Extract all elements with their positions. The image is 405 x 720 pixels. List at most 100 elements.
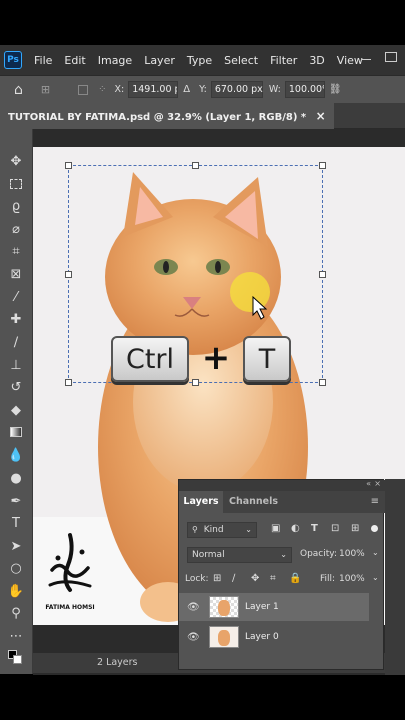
shape-filter-icon[interactable]: ⊡ xyxy=(331,523,339,534)
color-swatches-icon[interactable] xyxy=(8,650,24,666)
lock-artboard-icon[interactable]: ⌗ xyxy=(270,573,276,584)
filter-kind-select[interactable]: ⚲ Kind ⌄ xyxy=(187,522,257,538)
menu-view[interactable]: View xyxy=(337,54,363,67)
path-selection-icon[interactable]: ➤ xyxy=(8,538,24,554)
dodge-tool-icon[interactable]: ● xyxy=(8,470,24,486)
close-tab-icon[interactable]: × xyxy=(316,109,326,123)
layer-name[interactable]: Layer 1 xyxy=(245,602,279,612)
lock-transparent-icon[interactable]: ⊞ xyxy=(213,573,221,584)
gradient-tool-icon[interactable] xyxy=(8,424,24,440)
crop-tool-icon[interactable]: ⌗ xyxy=(8,243,24,259)
visibility-eye-icon[interactable]: 👁 xyxy=(187,602,200,613)
transform-handle-l[interactable] xyxy=(65,271,72,278)
quick-selection-icon[interactable]: ⌀ xyxy=(8,221,24,237)
chevron-down-icon[interactable]: ⌄ xyxy=(372,573,379,582)
minimize-icon[interactable] xyxy=(361,59,371,60)
lock-position-icon[interactable]: ✥ xyxy=(251,573,259,584)
menu-image[interactable]: Image xyxy=(98,54,132,67)
chevron-down-icon[interactable]: ⌄ xyxy=(372,548,379,557)
menu-select[interactable]: Select xyxy=(224,54,258,67)
fill-field[interactable]: 100% xyxy=(339,574,365,584)
filter-toggle-icon[interactable] xyxy=(371,525,378,532)
transform-handle-tr[interactable] xyxy=(319,162,326,169)
layer-thumbnail xyxy=(209,596,239,618)
healing-brush-icon[interactable]: ✚ xyxy=(8,311,24,327)
delta-icon[interactable]: Δ xyxy=(183,84,190,95)
transform-handle-bl[interactable] xyxy=(65,379,72,386)
x-field[interactable]: 1491.00 p xyxy=(128,81,179,98)
chevron-down-icon: ⌄ xyxy=(245,525,252,534)
visibility-eye-icon[interactable]: 👁 xyxy=(187,632,200,643)
pixel-filter-icon[interactable]: ▣ xyxy=(271,523,280,534)
pen-tool-icon[interactable]: ✒ xyxy=(8,493,24,509)
opacity-label: Opacity: xyxy=(300,549,337,559)
options-bar: ⌂ ⊞ ⁘ X: 1491.00 p Δ Y: 670.00 px W: 100… xyxy=(0,75,405,103)
reference-point-checkbox[interactable] xyxy=(78,84,89,95)
menu-type[interactable]: Type xyxy=(187,54,212,67)
document-tab[interactable]: TUTORIAL BY FATIMA.psd @ 32.9% (Layer 1,… xyxy=(0,103,334,129)
layers-panel: « × Layers Channels ≡ ⚲ Kind ⌄ ▣ ◐ T ⊡ ⊞… xyxy=(178,479,385,670)
plus-sign-overlay: + xyxy=(201,338,231,378)
menu-edit[interactable]: Edit xyxy=(64,54,85,67)
layer-row-layer-1[interactable]: 👁 Layer 1 xyxy=(179,593,369,621)
lock-pixels-icon[interactable]: ∕ xyxy=(232,573,235,584)
panel-scrollbar[interactable] xyxy=(385,479,405,675)
marquee-tool-icon[interactable] xyxy=(8,176,24,192)
hand-tool-icon[interactable]: ✋ xyxy=(8,583,24,599)
type-tool-icon[interactable]: T xyxy=(8,515,24,531)
clone-stamp-icon[interactable]: ⊥ xyxy=(8,357,24,373)
type-filter-icon[interactable]: T xyxy=(311,523,318,534)
opacity-field[interactable]: 100% xyxy=(339,549,365,559)
blend-row: Normal ⌄ Opacity: 100% ⌄ xyxy=(179,547,385,565)
fill-label: Fill: xyxy=(320,574,336,584)
transform-handle-r[interactable] xyxy=(319,271,326,278)
width-field[interactable]: 100.00% xyxy=(284,81,325,98)
y-field[interactable]: 670.00 px xyxy=(210,81,263,98)
y-label: Y: xyxy=(199,84,207,95)
frame-tool-icon[interactable]: ⊠ xyxy=(8,266,24,282)
history-brush-icon[interactable]: ↺ xyxy=(8,379,24,395)
smart-object-filter-icon[interactable]: ⊞ xyxy=(351,523,359,534)
move-transform-icon[interactable]: ⊞ xyxy=(41,83,50,96)
eraser-icon[interactable]: ◆ xyxy=(8,402,24,418)
menu-3d[interactable]: 3D xyxy=(309,54,324,67)
blend-mode-select[interactable]: Normal ⌄ xyxy=(187,547,292,563)
zoom-tool-icon[interactable]: ⚲ xyxy=(8,605,24,621)
more-tools-icon[interactable]: ⋯ xyxy=(8,628,24,644)
menu-file[interactable]: File xyxy=(34,54,52,67)
menu-layer[interactable]: Layer xyxy=(144,54,175,67)
panel-header: « × xyxy=(179,479,385,491)
move-tool-icon[interactable]: ✥ xyxy=(8,153,24,169)
tab-layers[interactable]: Layers xyxy=(179,491,223,513)
home-icon[interactable]: ⌂ xyxy=(14,82,23,98)
reference-point-icon[interactable]: ⁘ xyxy=(98,84,106,95)
lasso-tool-icon[interactable]: ϱ xyxy=(8,198,24,214)
layer-row-layer-0[interactable]: 👁 Layer 0 xyxy=(179,623,369,651)
adjustment-filter-icon[interactable]: ◐ xyxy=(291,523,300,534)
link-icon[interactable]: ⛓ xyxy=(329,84,342,95)
lock-all-icon[interactable]: 🔒 xyxy=(289,573,301,584)
document-tab-bar: TUTORIAL BY FATIMA.psd @ 32.9% (Layer 1,… xyxy=(0,103,405,129)
restore-icon[interactable] xyxy=(385,52,397,62)
pasteboard xyxy=(33,129,405,147)
transform-handle-br[interactable] xyxy=(319,379,326,386)
tab-channels[interactable]: Channels xyxy=(229,491,278,513)
shape-tool-icon[interactable]: ○ xyxy=(8,560,24,576)
fatima-homsi-watermark: FATIMA HOMSI xyxy=(40,530,100,615)
panel-menu-icon[interactable]: ≡ xyxy=(371,496,379,507)
blur-tool-icon[interactable]: 💧 xyxy=(8,447,24,463)
layer-name[interactable]: Layer 0 xyxy=(245,632,279,642)
watermark-name: FATIMA HOMSI xyxy=(45,604,95,611)
transform-handle-b[interactable] xyxy=(192,379,199,386)
eyedropper-icon[interactable]: ⁄ xyxy=(8,289,24,305)
calligraphy-logo xyxy=(48,533,92,592)
transform-handle-tl[interactable] xyxy=(65,162,72,169)
transform-handle-t[interactable] xyxy=(192,162,199,169)
lock-row: Lock: ⊞ ∕ ✥ ⌗ 🔒 Fill: 100% ⌄ xyxy=(179,572,385,590)
close-panel-icon[interactable]: × xyxy=(374,479,381,488)
t-key-overlay: T xyxy=(243,336,291,382)
menu-filter[interactable]: Filter xyxy=(270,54,297,67)
brush-tool-icon[interactable]: ∕ xyxy=(8,334,24,350)
layers-count: 2 Layers xyxy=(97,657,138,668)
collapse-panel-icon[interactable]: « xyxy=(366,479,371,488)
